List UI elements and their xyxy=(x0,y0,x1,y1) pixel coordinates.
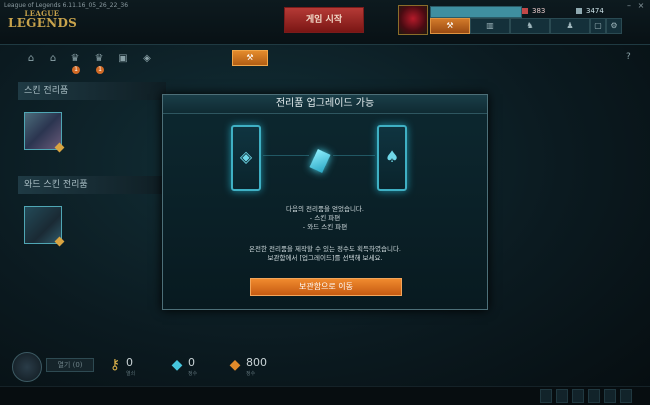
header-nav: ⚒ ▥ ♞ ♟ ▢ ⚙ xyxy=(430,18,630,34)
book-icon[interactable]: ▣ xyxy=(116,52,130,66)
profile-icon[interactable]: ♟ xyxy=(550,18,590,34)
dock-icon[interactable] xyxy=(572,389,584,403)
level-bar xyxy=(430,6,522,18)
loot-upgrade-dialog: 전리품 업그레이드 가능 ◈ ♠ 다음의 전리품을 얻었습니다. - 스킨 파편… xyxy=(162,94,488,310)
keys-value: 0 xyxy=(126,356,133,369)
top-bar: League of Legends 6.11.16_05_26_22_36 – … xyxy=(0,0,650,45)
orange-essence-counter: ◆ 800 정수 xyxy=(228,354,278,377)
blue-essence-icon: ◆ xyxy=(171,357,183,373)
footer-dock xyxy=(0,386,650,405)
orange-essence-icon: ◆ xyxy=(229,357,241,373)
help-icon[interactable]: ? xyxy=(626,52,636,62)
skin-shards-header: 스킨 전리품 xyxy=(18,82,166,100)
ward-shard-card: ♠ xyxy=(377,125,407,191)
chat-icon[interactable]: ▢ xyxy=(590,18,606,34)
loot-nav-button[interactable]: ⚒ xyxy=(430,18,470,34)
open-button[interactable]: 열기 (0) xyxy=(46,358,94,372)
rp-icon xyxy=(522,8,528,14)
dock-icon[interactable] xyxy=(540,389,552,403)
obtained-text: 다음의 전리품을 얻었습니다. xyxy=(286,205,364,213)
bird-icon: ♠ xyxy=(384,147,400,166)
orange-essence-label: 정수 xyxy=(246,371,256,377)
window-title: League of Legends 6.11.16_05_26_22_36 xyxy=(4,2,129,9)
ip-value: 3474 xyxy=(586,7,604,15)
mission-badge: 1 xyxy=(96,66,104,74)
play-button[interactable]: 게임 시작 xyxy=(284,7,364,33)
ip-icon xyxy=(576,8,582,14)
dock-icon[interactable] xyxy=(620,389,632,403)
rarity-corner xyxy=(54,236,65,247)
obtained-item-2: - 와드 스킨 파편 xyxy=(302,223,348,231)
sub-toolbar: ⌂ ⌂ ♛ 1 ♛ 1 ▣ ◈ xyxy=(0,48,650,74)
home-icon[interactable]: ⌂ xyxy=(24,52,38,66)
champions-icon[interactable]: ♞ xyxy=(510,18,550,34)
logo: LEAGUE LEGENDS xyxy=(8,10,78,36)
logo-line2: LEGENDS xyxy=(8,16,78,30)
blue-essence-value: 0 xyxy=(188,356,195,369)
chest-avatar xyxy=(12,352,42,382)
ip-balance: 3474 xyxy=(576,6,628,16)
chest-icon[interactable]: ♛ xyxy=(68,52,82,66)
keys-label: 열쇠 xyxy=(126,371,136,377)
bottom-bar: 열기 (0) ⚷ 0 열쇠 ◆ 0 정수 ◆ 800 정수 xyxy=(0,346,650,386)
dialog-title: 전리품 업그레이드 가능 xyxy=(163,95,487,114)
info-text-1: 온전한 전리품을 제작할 수 있는 정수도 획득하였습니다. xyxy=(248,245,401,253)
dock-icon[interactable] xyxy=(604,389,616,403)
essence-crystal-icon xyxy=(309,148,331,174)
rp-value: 383 xyxy=(532,7,546,15)
dock-icon[interactable] xyxy=(556,389,568,403)
mask-icon: ◈ xyxy=(239,147,253,166)
energy-wisp xyxy=(333,155,375,166)
blue-essence-label: 정수 xyxy=(188,371,198,377)
shield-icon[interactable]: ◈ xyxy=(140,52,154,66)
skin-shard-card: ◈ xyxy=(231,125,261,191)
keys-counter: ⚷ 0 열쇠 xyxy=(108,354,148,377)
skin-shard-item[interactable] xyxy=(24,112,65,153)
orange-essence-value: 800 xyxy=(246,356,267,369)
store-icon[interactable]: ⌂ xyxy=(46,52,60,66)
client-window: League of Legends 6.11.16_05_26_22_36 – … xyxy=(0,0,650,405)
chest-badge: 1 xyxy=(72,66,80,74)
loot-tab-button[interactable]: ⚒ xyxy=(232,50,268,66)
key-icon: ⚷ xyxy=(109,357,121,373)
rp-balance[interactable]: 383 xyxy=(522,6,574,16)
close-icon[interactable]: × xyxy=(636,2,646,10)
ward-shard-item[interactable] xyxy=(24,206,65,247)
mission-icon[interactable]: ♛ xyxy=(92,52,106,66)
info-text-2: 보관함에서 [업그레이드]를 선택해 보세요. xyxy=(267,254,383,262)
ward-shards-header: 와드 스킨 전리품 xyxy=(18,176,166,194)
settings-icon[interactable]: ⚙ xyxy=(606,18,622,34)
obtained-item-1: - 스킨 파편 xyxy=(309,214,341,222)
summoner-avatar[interactable] xyxy=(398,5,428,35)
rarity-corner xyxy=(54,142,65,153)
go-to-inventory-button[interactable]: 보관함으로 이동 xyxy=(250,278,402,296)
dock-icon[interactable] xyxy=(588,389,600,403)
energy-wisp xyxy=(263,155,309,166)
collection-icon[interactable]: ▥ xyxy=(470,18,510,34)
blue-essence-counter: ◆ 0 정수 xyxy=(170,354,210,377)
